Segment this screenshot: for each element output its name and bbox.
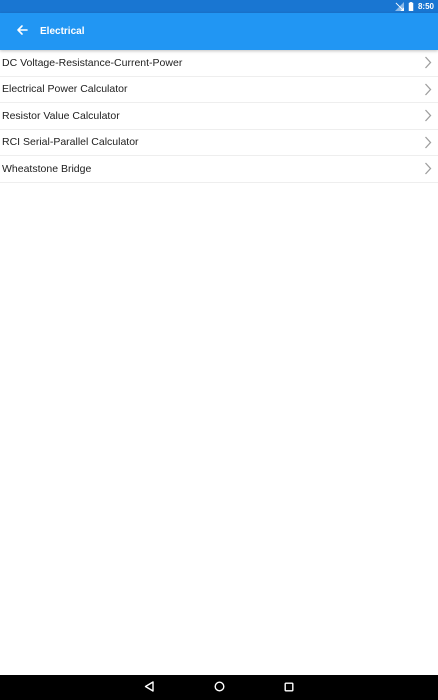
list-item-label: Wheatstone Bridge: [2, 162, 92, 175]
status-time: 8:50: [417, 2, 434, 11]
chevron-right-icon: [424, 162, 432, 175]
chevron-right-icon: [424, 136, 432, 149]
back-triangle-icon: [144, 679, 154, 697]
chevron-right-icon: [424, 109, 432, 122]
home-circle-icon: [213, 679, 225, 697]
list-item-label: DC Voltage-Resistance-Current-Power: [2, 56, 183, 69]
list-item-rci-serial-parallel-calculator[interactable]: RCI Serial-Parallel Calculator: [0, 130, 438, 156]
signal-icon: [394, 2, 404, 11]
page-title: Electrical: [40, 26, 85, 37]
nav-recents-button[interactable]: [277, 676, 301, 700]
chevron-right-icon: [424, 56, 432, 69]
nav-back-button[interactable]: [137, 676, 161, 700]
list-item-dc-voltage-resistance-current-power[interactable]: DC Voltage-Resistance-Current-Power: [0, 50, 438, 77]
chevron-right-icon: [424, 83, 432, 96]
status-bar: 8:50: [0, 0, 438, 13]
list-item-wheatstone-bridge[interactable]: Wheatstone Bridge: [0, 156, 438, 183]
battery-icon: [408, 2, 414, 11]
system-nav-bar: [0, 675, 438, 700]
recents-square-icon: [284, 679, 294, 697]
nav-home-button[interactable]: [207, 676, 231, 700]
list-item-label: RCI Serial-Parallel Calculator: [2, 136, 139, 149]
calculator-list: DC Voltage-Resistance-Current-Power Elec…: [0, 50, 438, 183]
list-item-resistor-value-calculator[interactable]: Resistor Value Calculator: [0, 103, 438, 130]
app-bar: Electrical: [0, 13, 438, 50]
list-item-label: Electrical Power Calculator: [2, 83, 128, 96]
list-item-electrical-power-calculator[interactable]: Electrical Power Calculator: [0, 77, 438, 103]
back-button[interactable]: [4, 13, 40, 50]
list-item-label: Resistor Value Calculator: [2, 109, 120, 122]
arrow-left-icon: [16, 23, 28, 41]
